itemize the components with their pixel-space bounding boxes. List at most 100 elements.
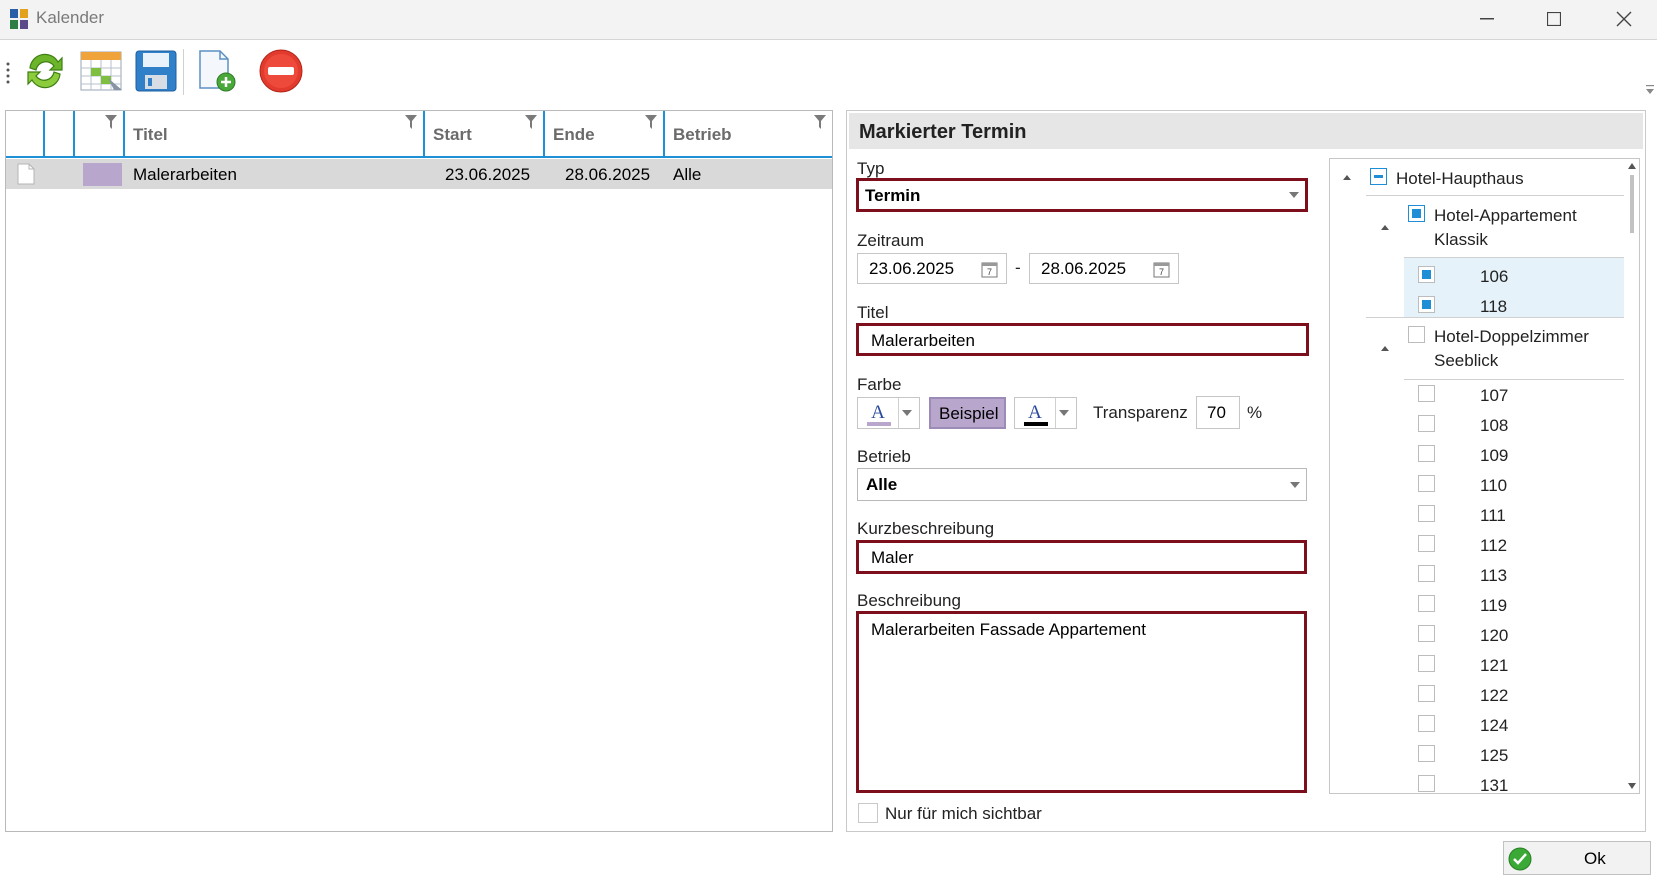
- tree-checkbox-room[interactable]: [1418, 475, 1435, 492]
- scroll-thumb[interactable]: [1630, 175, 1634, 233]
- collapse-triangle-icon[interactable]: [1343, 175, 1351, 180]
- delete-button[interactable]: [256, 46, 306, 96]
- app-icon: [10, 9, 28, 29]
- tree-checkbox-room[interactable]: [1418, 505, 1435, 522]
- betrieb-value: Alle: [866, 475, 898, 494]
- nur-fuer-mich-checkbox[interactable]: [858, 803, 878, 823]
- grid-header-col-2[interactable]: [73, 111, 123, 156]
- kurzbeschreibung-value: Maler: [871, 548, 914, 567]
- grid-header: Titel Start Ende Betrieb: [6, 111, 832, 158]
- collapse-triangle-icon[interactable]: [1381, 225, 1389, 230]
- chevron-down-icon: [1059, 410, 1069, 416]
- maximize-button[interactable]: [1519, 0, 1589, 38]
- tree-room-label: 108: [1480, 416, 1509, 435]
- filter-icon[interactable]: [105, 115, 117, 129]
- tree-checkbox-room[interactable]: [1418, 565, 1435, 582]
- grid-header-col-1[interactable]: [43, 111, 73, 156]
- tree-checkbox-room[interactable]: [1418, 745, 1435, 762]
- tree-room-label: 111: [1480, 506, 1506, 525]
- tree-group2-label-line1: Hotel-Doppelzimmer: [1434, 327, 1589, 346]
- refresh-button[interactable]: [20, 46, 70, 96]
- divider: [1055, 398, 1056, 428]
- zeitraum-from-field[interactable]: 23.06.2025 7: [857, 253, 1007, 284]
- location-tree: Hotel-Haupthaus Hotel-Appartement Klassi…: [1329, 158, 1640, 794]
- tree-checkbox-room[interactable]: [1418, 595, 1435, 612]
- calendar-grid-icon: [80, 51, 122, 91]
- table-row[interactable]: Malerarbeiten 23.06.2025 28.06.2025 Alle: [6, 159, 832, 189]
- grid-header-start[interactable]: Start: [423, 111, 543, 156]
- ok-button[interactable]: Ok: [1503, 841, 1651, 875]
- row-start: 23.06.2025: [445, 165, 531, 184]
- zeitraum-to-value: 28.06.2025: [1041, 259, 1127, 278]
- tree-checkbox-room[interactable]: [1418, 266, 1435, 283]
- kurzbeschreibung-input[interactable]: Maler: [856, 540, 1307, 574]
- titel-input[interactable]: Malerarbeiten: [856, 323, 1309, 356]
- detail-title: Markierter Termin: [859, 121, 1027, 143]
- calendar-view-button[interactable]: [76, 46, 126, 96]
- collapse-triangle-icon[interactable]: [1381, 346, 1389, 351]
- close-icon: [1616, 11, 1632, 27]
- beschreibung-textarea[interactable]: Malerarbeiten Fassade Appartement: [856, 611, 1307, 793]
- row-color-swatch: [83, 163, 122, 186]
- divider: [898, 398, 899, 428]
- minimize-button[interactable]: [1452, 0, 1522, 38]
- zeitraum-from-value: 23.06.2025: [869, 259, 955, 278]
- color-preview: Beispiel: [929, 397, 1006, 429]
- tree-checkbox-room[interactable]: [1418, 415, 1435, 432]
- filter-icon[interactable]: [405, 115, 417, 129]
- filter-icon[interactable]: [525, 115, 537, 129]
- row-end: 28.06.2025: [565, 165, 651, 184]
- text-color-picker[interactable]: A: [1014, 397, 1077, 429]
- calendar-icon[interactable]: 7: [1153, 260, 1170, 278]
- tree-room-label: 106: [1480, 267, 1509, 286]
- tree-checkbox-root[interactable]: [1370, 168, 1387, 185]
- tree-checkbox-room[interactable]: [1418, 775, 1435, 792]
- svg-text:A: A: [871, 402, 885, 423]
- minimize-icon: [1480, 18, 1494, 20]
- grid-header-ende[interactable]: Ende: [543, 111, 663, 156]
- title-bar: Kalender: [0, 0, 1657, 40]
- farbe-label: Farbe: [857, 375, 902, 394]
- scroll-down-icon[interactable]: [1628, 783, 1636, 789]
- tree-room-label: 113: [1480, 566, 1508, 585]
- tree-checkbox-room[interactable]: [1418, 385, 1435, 402]
- tree-checkbox-room[interactable]: [1418, 655, 1435, 672]
- checkmark-icon: [1508, 847, 1532, 871]
- betrieb-label: Betrieb: [857, 447, 911, 466]
- tree-checkbox-room[interactable]: [1418, 715, 1435, 732]
- tree-scrollbar[interactable]: [1625, 159, 1639, 793]
- filter-icon[interactable]: [814, 115, 826, 129]
- transparenz-input[interactable]: 70: [1196, 396, 1240, 429]
- background-color-picker[interactable]: A: [857, 397, 920, 429]
- tree-checkbox-group1[interactable]: [1408, 205, 1425, 222]
- tree-checkbox-room[interactable]: [1418, 535, 1435, 552]
- toolbar: [0, 41, 1657, 103]
- tree-checkbox-room[interactable]: [1418, 445, 1435, 462]
- tree-root-label: Hotel-Haupthaus: [1396, 169, 1524, 188]
- filter-icon[interactable]: [645, 115, 657, 129]
- close-button[interactable]: [1589, 0, 1657, 38]
- calendar-icon[interactable]: 7: [981, 260, 998, 278]
- tree-checkbox-room[interactable]: [1418, 685, 1435, 702]
- betrieb-select[interactable]: Alle: [857, 468, 1307, 501]
- chevron-down-icon: [1290, 482, 1300, 488]
- zeitraum-to-field[interactable]: 28.06.2025 7: [1029, 253, 1179, 284]
- grid-header-betrieb[interactable]: Betrieb: [663, 111, 832, 156]
- typ-select[interactable]: Termin: [856, 178, 1308, 212]
- new-entry-button[interactable]: [190, 46, 240, 96]
- save-button[interactable]: [131, 46, 181, 96]
- row-betrieb: Alle: [673, 165, 702, 184]
- toolbar-overflow-icon[interactable]: [1646, 85, 1654, 95]
- tree-room-label: 122: [1480, 686, 1509, 705]
- tree-checkbox-group2[interactable]: [1408, 326, 1425, 343]
- tree-room-label: 107: [1480, 386, 1509, 405]
- toolbar-grip-icon[interactable]: [6, 61, 10, 85]
- scroll-up-icon[interactable]: [1628, 163, 1636, 169]
- svg-text:A: A: [1028, 402, 1042, 423]
- zeitraum-separator: -: [1015, 258, 1021, 277]
- tree-checkbox-room[interactable]: [1418, 296, 1435, 313]
- tree-checkbox-room[interactable]: [1418, 625, 1435, 642]
- titel-label: Titel: [857, 303, 889, 322]
- toolbar-separator: [183, 49, 184, 95]
- grid-header-titel[interactable]: Titel: [123, 111, 423, 156]
